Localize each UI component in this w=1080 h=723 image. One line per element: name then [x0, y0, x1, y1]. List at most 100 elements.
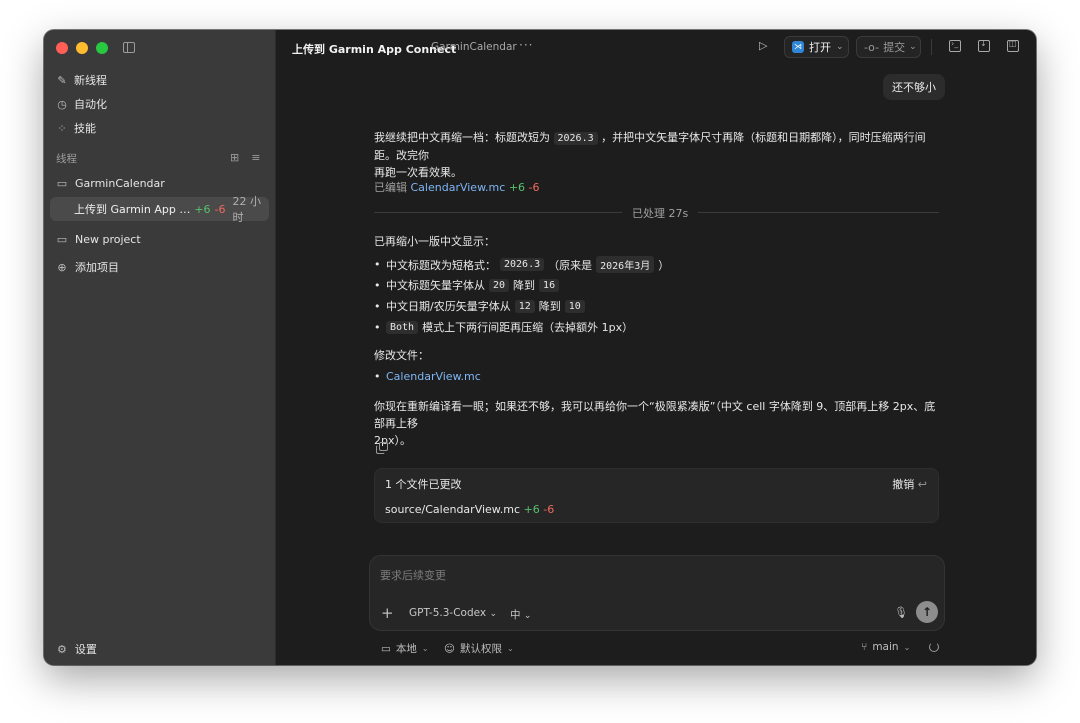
top-bar: 上传到 Garmin App Connect GarminCalendar ··…	[277, 30, 1036, 64]
branch-icon: ⑂	[861, 641, 868, 653]
processed-time-label[interactable]: 已处理 27s	[622, 205, 699, 221]
inline-code: 2026.3	[553, 132, 598, 145]
commit-button[interactable]: -o- 提交 ⌄	[856, 36, 921, 58]
summary-heading: 已再缩小一版中文显示：	[374, 235, 495, 248]
chevron-down-icon: ⌄	[909, 42, 917, 52]
terminal-icon[interactable]: ›_	[949, 39, 961, 52]
window-controls	[56, 42, 108, 54]
permissions-selector[interactable]: ☺ 默认权限 ⌄	[444, 641, 514, 656]
vscode-icon: ⋊	[792, 41, 804, 53]
project-name-header: GarminCalendar	[431, 41, 517, 53]
model-label: GPT-5.3-Codex	[409, 607, 487, 619]
project-label: 添加项目	[75, 261, 119, 274]
chevron-down-icon: ⌄	[523, 611, 532, 621]
microphone-icon[interactable]: 🎙︎	[894, 606, 908, 619]
prompt-input[interactable]: 要求后续变更	[380, 567, 446, 583]
sidebar-item-label: 新线程	[74, 74, 107, 87]
effort-selector[interactable]: 中 ⌄	[510, 607, 531, 622]
model-selector[interactable]: GPT-5.3-Codex ⌄	[409, 607, 497, 619]
undo-icon: ↩	[917, 478, 927, 491]
add-project-button[interactable]: ⊕ 添加项目	[56, 259, 119, 275]
open-label: 打开	[809, 41, 831, 54]
new-folder-icon[interactable]: ⊞	[230, 151, 239, 164]
changed-file-row[interactable]: source/CalendarView.mc +6 -6	[385, 503, 554, 516]
threads-section-actions: ⊞ ≡	[230, 151, 260, 164]
bottom-bar: ▭ 本地 ⌄ ☺ 默认权限 ⌄ ⑂ main ⌄	[277, 641, 1036, 657]
thread-item-active[interactable]: 上传到 Garmin App Connect +6 -6 22 小时	[50, 195, 269, 224]
changed-files-header: 1 个文件已更改	[385, 478, 462, 491]
user-message: 还不够小	[883, 74, 945, 100]
minimize-window-button[interactable]	[76, 42, 88, 54]
sidebar-item-label: 技能	[74, 122, 96, 135]
play-icon[interactable]: ▷	[759, 39, 767, 52]
folder-icon: ▭	[56, 177, 68, 190]
list-item: • Both 模式上下两行间距再压缩（去掉额外 1px）	[374, 320, 634, 334]
diff-panel-icon[interactable]: ◫	[1007, 39, 1019, 52]
filter-icon[interactable]: ≡	[251, 151, 260, 164]
laptop-icon: ▭	[381, 642, 391, 655]
grid-icon: ⁘	[57, 121, 67, 135]
folder-icon: ▭	[56, 233, 68, 246]
closing-line-1: 你现在重新编译看一眼；如果还不够，我可以再给你一个“极限紧凑版”（中文 cell…	[374, 400, 936, 430]
branch-label: main	[872, 641, 899, 653]
send-button[interactable]: ↑	[916, 601, 938, 623]
project-new-project[interactable]: ▭ New project	[56, 233, 141, 246]
undo-label: 撤销	[892, 478, 915, 491]
sidebar-toggle-icon[interactable]	[123, 42, 135, 53]
download-icon[interactable]: ↓	[978, 39, 990, 52]
project-garmincalendar[interactable]: ▭ GarminCalendar	[56, 177, 165, 190]
settings-button[interactable]: ⚙ 设置	[57, 641, 97, 657]
project-label: New project	[75, 233, 141, 246]
branch-selector[interactable]: ⑂ main ⌄	[861, 641, 910, 653]
edited-prefix: 已编辑	[374, 181, 407, 194]
sidebar-item-label: 自动化	[74, 98, 107, 111]
environment-selector[interactable]: ▭ 本地 ⌄	[381, 641, 429, 656]
open-in-editor-button[interactable]: ⋊ 打开 ⌄	[784, 36, 849, 58]
inline-code: 2026年3月	[596, 256, 655, 273]
permissions-label: 默认权限	[459, 643, 502, 655]
inline-code: 12	[514, 299, 535, 313]
chevron-down-icon: ⌄	[836, 42, 844, 52]
close-window-button[interactable]	[56, 42, 68, 54]
closing-paragraph: 你现在重新编译看一眼；如果还不够，我可以再给你一个“极限紧凑版”（中文 cell…	[374, 398, 939, 449]
threads-section-label: 线程	[56, 153, 77, 165]
changed-file-path: source/CalendarView.mc	[385, 503, 521, 516]
file-link[interactable]: CalendarView.mc	[386, 370, 481, 383]
more-options-button[interactable]: ···	[519, 38, 533, 52]
sidebar-item-new-thread[interactable]: ✎ 新线程	[56, 68, 107, 92]
sidebar: ✎ 新线程 ◷ 自动化 ⁘ 技能 线程 ⊞ ≡ ▭ GarminCalendar…	[44, 30, 276, 665]
thread-title: 上传到 Garmin App Connect	[74, 203, 190, 216]
compose-icon: ✎	[57, 73, 67, 87]
inline-code: 2026.3	[500, 258, 545, 271]
chevron-down-icon: ⌄	[489, 609, 497, 619]
sidebar-item-automation[interactable]: ◷ 自动化	[56, 92, 107, 116]
main-panel: 上传到 Garmin App Connect GarminCalendar ··…	[277, 30, 1036, 665]
changed-added-count: +6	[523, 503, 540, 516]
closing-line-2: 2px）。	[374, 434, 411, 447]
thread-age: 22 小时	[232, 195, 262, 224]
commit-icon: -o-	[864, 40, 880, 54]
edited-file-link[interactable]: CalendarView.mc	[411, 181, 506, 194]
edited-file-note: 已编辑 CalendarView.mc +6 -6	[374, 179, 540, 195]
zoom-window-button[interactable]	[96, 42, 108, 54]
gear-icon: ⚙	[57, 642, 67, 656]
effort-label: 中	[510, 609, 521, 621]
sidebar-item-skills[interactable]: ⁘ 技能	[56, 116, 107, 140]
inline-code: Both	[386, 320, 419, 334]
copy-icon[interactable]	[376, 442, 388, 454]
edited-added-count: +6	[508, 181, 526, 194]
list-item: • 中文标题矢量字体从 20 降到 16	[374, 277, 563, 293]
composer: 要求后续变更 + GPT-5.3-Codex ⌄ 中 ⌄ 🎙︎ ↑	[369, 555, 945, 631]
app-window: ✎ 新线程 ◷ 自动化 ⁘ 技能 线程 ⊞ ≡ ▭ GarminCalendar…	[44, 30, 1036, 665]
list-item: • 中文日期/农历矢量字体从 12 降到 10	[374, 298, 589, 314]
edited-removed-count: -6	[528, 181, 540, 194]
settings-label: 设置	[74, 643, 97, 656]
changed-removed-count: -6	[543, 503, 555, 516]
thread-removed-count: -6	[214, 202, 226, 216]
add-attachment-icon[interactable]: +	[381, 604, 394, 622]
reply-line-1: 我继续把中文再缩一档：标题改短为 2026.3 ，并把中文矢量字体尺寸再降（标题…	[374, 129, 939, 164]
clock-icon: ◷	[57, 97, 67, 111]
list-item: • 中文标题改为短格式： 2026.3 （原来是 2026年3月 ）	[374, 256, 670, 273]
undo-button[interactable]: 撤销 ↩	[892, 476, 927, 492]
loading-spinner-icon	[929, 642, 939, 652]
